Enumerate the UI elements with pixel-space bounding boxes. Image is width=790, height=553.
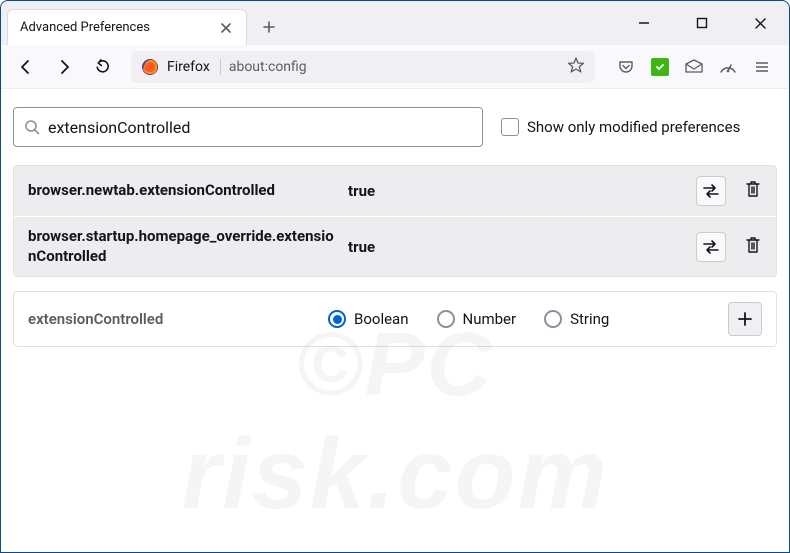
tab-label: Advanced Preferences — [20, 20, 218, 35]
titlebar: Advanced Preferences — [1, 1, 789, 45]
show-modified-checkbox[interactable]: Show only modified preferences — [501, 118, 740, 136]
menu-button[interactable] — [751, 56, 773, 78]
pocket-icon[interactable] — [615, 56, 637, 78]
new-preference-row: extensionControlled Boolean Number Strin… — [13, 291, 777, 347]
pref-row[interactable]: browser.newtab.extensionControlled true — [14, 166, 776, 217]
tab-advanced-preferences[interactable]: Advanced Preferences — [7, 9, 247, 45]
toggle-button[interactable] — [696, 232, 726, 262]
radio-label: String — [570, 310, 609, 328]
new-pref-name: extensionControlled — [28, 310, 328, 328]
pref-actions — [696, 176, 762, 206]
radio-icon — [437, 310, 455, 328]
url-text: about:config — [229, 59, 559, 75]
radio-boolean[interactable]: Boolean — [328, 310, 409, 328]
radio-label: Boolean — [354, 310, 409, 328]
browser-window: Advanced Preferences — [0, 0, 790, 553]
search-input[interactable]: extensionControlled — [13, 107, 483, 147]
preference-list: browser.newtab.extensionControlled true … — [13, 165, 777, 277]
back-button[interactable] — [9, 50, 43, 84]
extension-icon[interactable] — [649, 56, 671, 78]
radio-label: Number — [463, 310, 517, 328]
type-radio-group: Boolean Number String — [328, 310, 728, 328]
checkbox-icon — [501, 118, 519, 136]
toggle-button[interactable] — [696, 176, 726, 206]
new-tab-button[interactable] — [253, 9, 285, 45]
search-row: extensionControlled Show only modified p… — [13, 107, 777, 147]
window-controls — [623, 1, 789, 45]
delete-button[interactable] — [744, 179, 762, 203]
reload-button[interactable] — [85, 50, 119, 84]
radio-string[interactable]: String — [544, 310, 609, 328]
add-preference-button[interactable] — [728, 302, 762, 336]
identity-label: Firefox — [167, 59, 221, 75]
pref-name: browser.startup.homepage_override.extens… — [28, 227, 348, 266]
bookmark-star-icon[interactable] — [567, 56, 585, 78]
watermark-line2: risk.com — [181, 418, 608, 530]
toolbar-icons — [607, 56, 781, 78]
close-tab-button[interactable] — [218, 20, 234, 36]
delete-button[interactable] — [744, 235, 762, 259]
pref-value: true — [348, 182, 696, 200]
navigation-toolbar: Firefox about:config — [1, 45, 789, 89]
search-icon — [24, 119, 40, 135]
forward-button[interactable] — [47, 50, 81, 84]
pref-actions — [696, 232, 762, 262]
modified-label: Show only modified preferences — [527, 118, 740, 136]
minimize-button[interactable] — [623, 1, 665, 45]
radio-number[interactable]: Number — [437, 310, 517, 328]
radio-icon — [328, 310, 346, 328]
pref-value: true — [348, 238, 696, 256]
mail-icon[interactable] — [683, 56, 705, 78]
close-window-button[interactable] — [739, 1, 781, 45]
radio-icon — [544, 310, 562, 328]
speed-icon[interactable] — [717, 56, 739, 78]
pref-row[interactable]: browser.startup.homepage_override.extens… — [14, 217, 776, 276]
url-bar[interactable]: Firefox about:config — [131, 51, 595, 83]
firefox-logo-icon — [141, 58, 159, 76]
search-value: extensionControlled — [48, 118, 190, 137]
pref-name: browser.newtab.extensionControlled — [28, 181, 348, 201]
maximize-button[interactable] — [681, 1, 723, 45]
about-config-content: extensionControlled Show only modified p… — [1, 89, 789, 552]
tabs-area: Advanced Preferences — [1, 1, 623, 45]
